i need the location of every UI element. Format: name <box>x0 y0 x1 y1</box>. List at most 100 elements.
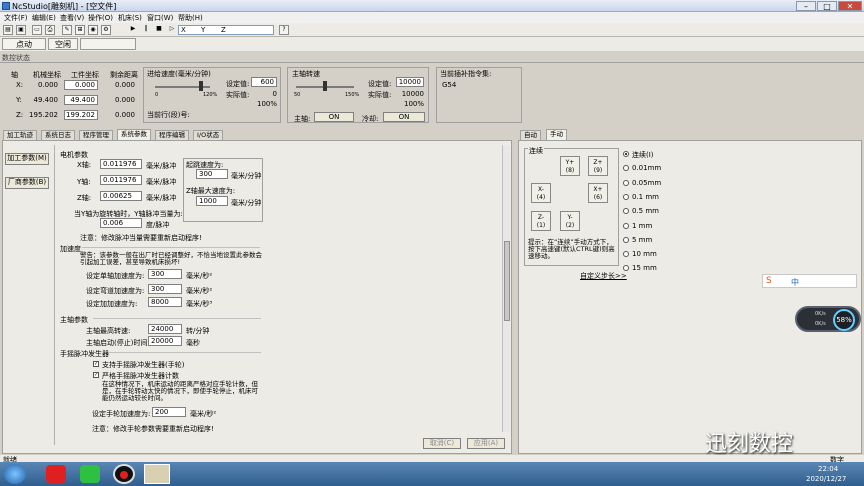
step-radio-2[interactable] <box>623 179 629 186</box>
menu-operate[interactable]: 操作(O) <box>88 13 113 23</box>
y-pulse-input[interactable]: 0.011976 <box>100 175 142 185</box>
rotary-ratio-input[interactable]: 0.006 <box>100 218 142 228</box>
ime-mode-label[interactable]: 中 <box>791 277 799 288</box>
feed-slider-thumb[interactable] <box>198 81 203 91</box>
tab-system-params[interactable]: 系统参数 <box>117 129 151 140</box>
params-scrollbar[interactable] <box>502 145 510 432</box>
run-icon[interactable]: ▶ <box>128 25 138 35</box>
minimize-button[interactable]: – <box>796 1 816 11</box>
stop-icon[interactable]: ■ <box>154 25 164 35</box>
max-speed-input[interactable]: 24000 <box>148 324 182 334</box>
close-button[interactable]: ✕ <box>838 1 862 11</box>
idle-mode-button[interactable]: 空闲 <box>48 38 78 50</box>
z-pulse-input[interactable]: 0.00625 <box>100 191 142 201</box>
netease-icon[interactable] <box>46 465 66 483</box>
camera-icon[interactable]: ◉ <box>88 25 98 35</box>
feed-set-input[interactable]: 600 <box>251 77 277 87</box>
feed-title: 进给速度(毫米/分钟) <box>147 70 211 78</box>
menu-machine[interactable]: 机床(S) <box>118 13 142 23</box>
axis-z-label: Z: <box>16 111 24 119</box>
menu-view[interactable]: 查看(V) <box>60 13 84 23</box>
tab-io-status[interactable]: I/O状态 <box>193 130 224 140</box>
accel-separator <box>82 247 260 248</box>
help-icon[interactable]: ? <box>279 25 289 35</box>
record-icon[interactable] <box>113 464 135 484</box>
tab-program-edit[interactable]: 程序编辑 <box>155 130 189 140</box>
jog-y-plus-button[interactable]: Y+ (8) <box>560 156 580 176</box>
cancel-button[interactable]: 取消(C) <box>423 438 461 449</box>
scrollbar-thumb[interactable] <box>504 241 510 321</box>
monitor-icon[interactable]: ▭ <box>32 25 42 35</box>
x-pulse-unit: 毫米/脉冲 <box>146 162 177 170</box>
grid-icon[interactable]: ⊞ <box>75 25 85 35</box>
factory-params-button[interactable]: 厂商参数(B) <box>5 177 49 189</box>
strict-handwheel-checkbox[interactable]: ✓ <box>93 372 99 378</box>
step-radio-5[interactable] <box>623 222 629 229</box>
jog-x-minus-button[interactable]: X- (4) <box>531 183 551 203</box>
support-handwheel-label: 支持手摇脉冲发生器(手轮) <box>102 361 185 369</box>
spindle-slider-thumb[interactable] <box>323 81 327 91</box>
edit-icon[interactable]: ✎ <box>62 25 72 35</box>
spindle-set-input[interactable]: 10000 <box>396 77 424 87</box>
wechat-icon[interactable] <box>80 465 100 483</box>
taskbar: 22:04 2020/12/27 <box>0 462 864 486</box>
start-speed-unit: 毫米/分钟 <box>231 172 262 180</box>
spindle-on-button[interactable]: ON <box>314 112 354 122</box>
coordinate-input[interactable]: X Y Z <box>178 25 274 35</box>
hand-accel-input[interactable]: 200 <box>152 407 186 417</box>
process-params-button[interactable]: 加工参数(M) <box>5 153 49 165</box>
apply-button[interactable]: 应用(A) <box>467 438 505 449</box>
tool-icon[interactable]: ⚙ <box>101 25 111 35</box>
net-down-text: 0K/s <box>815 321 826 327</box>
work-x: 0.000 <box>64 80 98 90</box>
feed-scale-min: 0 <box>155 92 159 98</box>
curve-accel-input[interactable]: 300 <box>148 284 182 294</box>
z-max-speed-input[interactable]: 1000 <box>196 196 228 206</box>
save-icon[interactable]: ▣ <box>16 25 26 35</box>
maximize-button[interactable]: □ <box>817 1 837 11</box>
z-pulse-unit: 毫米/脉冲 <box>146 194 177 202</box>
spindle-params-title: 主轴参数 <box>60 316 88 324</box>
x-pulse-input[interactable]: 0.011976 <box>100 159 142 169</box>
ncstudio-taskbar-icon[interactable] <box>144 464 170 484</box>
print-icon[interactable]: ⎙ <box>45 25 55 35</box>
jog-z-minus-button[interactable]: Z- (1) <box>531 211 551 231</box>
axis-header: 轴 <box>11 71 18 79</box>
menu-file[interactable]: 文件(F) <box>4 13 28 23</box>
network-widget: 0K/s 0K/s 58% <box>795 306 861 332</box>
extra-mode-button[interactable] <box>80 38 136 50</box>
tab-system-log[interactable]: 系统日志 <box>41 130 75 140</box>
tab-program-manage[interactable]: 程序管理 <box>79 130 113 140</box>
start-button[interactable] <box>4 464 26 484</box>
support-handwheel-checkbox[interactable]: ✓ <box>93 361 99 367</box>
jog-mode-button[interactable]: 点动 <box>2 38 46 50</box>
single-accel-input[interactable]: 300 <box>148 269 182 279</box>
menu-window[interactable]: 窗口(W) <box>147 13 173 23</box>
window-title: NcStudio[雕刻机] - [空文件] <box>12 2 117 11</box>
clock-date: 2020/12/27 <box>806 475 847 483</box>
tab-auto[interactable]: 自动 <box>520 130 541 140</box>
custom-step-link[interactable]: 自定义步长>> <box>580 271 627 281</box>
open-icon[interactable]: ▤ <box>3 25 13 35</box>
gcode-title: 当前插补指令集: <box>440 70 492 78</box>
step-label-5: 1 mm <box>632 221 653 230</box>
remain-x: 0.000 <box>114 81 135 89</box>
step-radio-0[interactable] <box>623 151 629 157</box>
tab-processing-track[interactable]: 加工轨迹 <box>3 130 37 140</box>
jog-z-plus-button[interactable]: Z+ (9) <box>588 156 608 176</box>
start-speed-input[interactable]: 300 <box>196 169 228 179</box>
coolant-on-button[interactable]: ON <box>383 112 425 122</box>
jerk-input[interactable]: 8000 <box>148 297 182 307</box>
coord-y-label: Y <box>201 26 206 34</box>
pause-icon[interactable]: ‖ <box>141 25 151 35</box>
jog-x-plus-button[interactable]: X+ (6) <box>588 183 608 203</box>
step-radio-6[interactable] <box>623 236 629 243</box>
menu-help[interactable]: 帮助(H) <box>178 13 203 23</box>
hand-accel-label: 设定手轮加速度为: <box>92 410 151 418</box>
menu-edit[interactable]: 编辑(E) <box>32 13 56 23</box>
tab-manual[interactable]: 手动 <box>546 129 567 140</box>
delay-input[interactable]: 20000 <box>148 336 182 346</box>
jog-y-minus-button[interactable]: Y- (2) <box>560 211 580 231</box>
step-icon[interactable]: ▷ <box>167 25 177 35</box>
step-radio-3[interactable] <box>623 193 629 200</box>
